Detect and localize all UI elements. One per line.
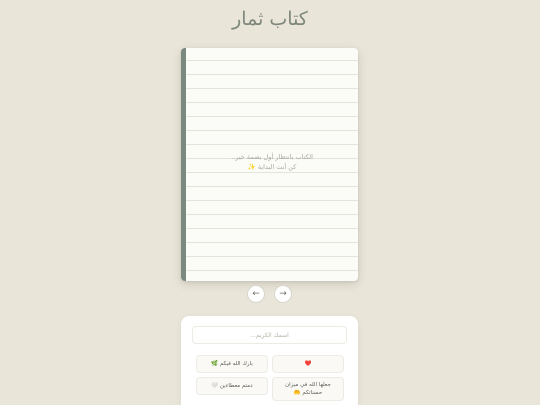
message-panel: ❤️ بارك الله فيكم 🌿 جعلها الله في ميزان … xyxy=(181,316,358,405)
book-message-line-2: كن أنت البداية ✨ xyxy=(247,163,297,171)
book-empty-message: الكتاب بانتظار أول بصمة خير.. كن أنت الب… xyxy=(186,152,358,172)
page: كتاب ثمار الكتاب بانتظار أول بصمة خير.. … xyxy=(0,0,540,405)
message-option-domtom[interactable]: دمتم معطاءين 🤍 xyxy=(196,377,268,395)
book-message-line-1: الكتاب بانتظار أول بصمة خير.. xyxy=(231,153,313,161)
book: الكتاب بانتظار أول بصمة خير.. كن أنت الب… xyxy=(181,48,358,281)
page-title: كتاب ثمار xyxy=(232,8,308,30)
message-option-mizan[interactable]: جعلها الله في ميزان حسناتكم 🤲 xyxy=(272,377,344,401)
next-page-button[interactable]: → xyxy=(274,285,292,303)
message-option-heart[interactable]: ❤️ xyxy=(272,355,344,373)
prev-page-button[interactable]: ← xyxy=(247,285,265,303)
name-input[interactable] xyxy=(192,326,347,344)
message-option-barak-allah[interactable]: بارك الله فيكم 🌿 xyxy=(196,355,268,373)
